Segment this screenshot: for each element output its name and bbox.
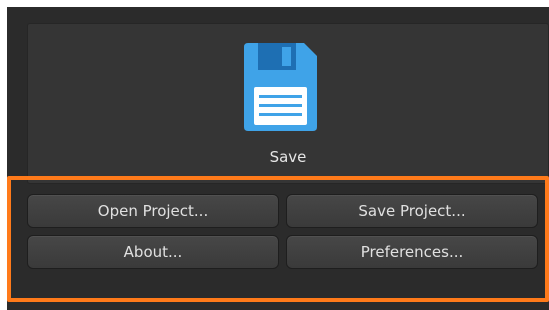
save-project-button[interactable]: Save Project... — [286, 194, 538, 228]
save-label: Save — [269, 148, 307, 166]
save-tile[interactable]: Save — [27, 23, 549, 184]
preferences-button[interactable]: Preferences... — [286, 235, 538, 269]
about-button[interactable]: About... — [27, 235, 279, 269]
floppy-disk-icon — [244, 43, 317, 131]
open-project-button[interactable]: Open Project... — [27, 194, 279, 228]
